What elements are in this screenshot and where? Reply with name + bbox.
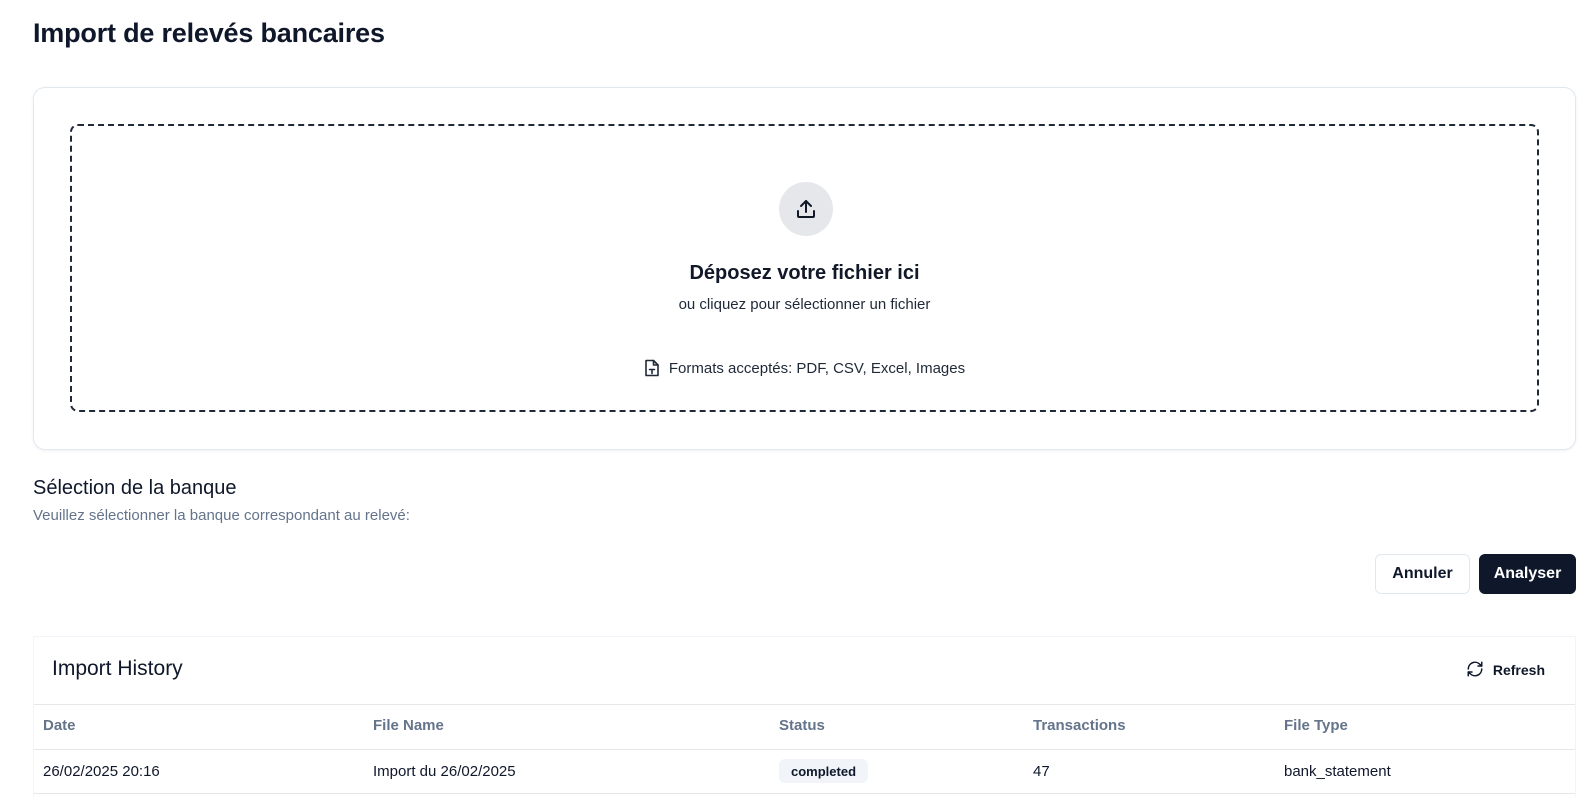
cell-date: 26/02/2025 20:16 (43, 763, 160, 780)
file-icon (644, 359, 660, 377)
page-title: Import de relevés bancaires (33, 18, 385, 48)
upload-card: Déposez votre fichier ici ou cliquez pou… (33, 87, 1576, 450)
divider (34, 704, 1575, 705)
dropzone-title: Déposez votre fichier ici (689, 262, 920, 284)
column-header-file-name: File Name (373, 717, 444, 734)
refresh-label: Refresh (1492, 662, 1545, 678)
column-header-file-type: File Type (1284, 717, 1348, 734)
refresh-button[interactable]: Refresh (1466, 655, 1545, 685)
import-history-title: Import History (52, 657, 183, 680)
bank-section-title: Sélection de la banque (33, 477, 237, 499)
refresh-icon (1466, 660, 1484, 681)
column-header-status: Status (779, 717, 825, 734)
upload-icon (779, 182, 833, 236)
file-dropzone[interactable]: Déposez votre fichier ici ou cliquez pou… (70, 124, 1539, 412)
cell-file-type: bank_statement (1284, 763, 1391, 780)
cancel-button[interactable]: Annuler (1375, 554, 1470, 594)
accepted-formats-text: Formats acceptés: PDF, CSV, Excel, Image… (668, 359, 966, 377)
divider (34, 793, 1575, 794)
import-history-panel: Import History Refresh Date File Name St… (33, 636, 1576, 797)
status-badge: completed (779, 759, 869, 783)
dropzone-subtitle: ou cliquez pour sélectionner un fichier (678, 296, 931, 313)
bank-section-subtitle: Veuillez sélectionner la banque correspo… (33, 507, 410, 524)
analyze-button[interactable]: Analyser (1479, 554, 1576, 594)
column-header-transactions: Transactions (1033, 717, 1126, 734)
column-header-date: Date (43, 717, 76, 734)
accepted-formats: Formats acceptés: PDF, CSV, Excel, Image… (72, 359, 1537, 377)
cell-file-name: Import du 26/02/2025 (373, 763, 516, 780)
cell-transactions: 47 (1033, 763, 1050, 780)
divider (34, 749, 1575, 750)
